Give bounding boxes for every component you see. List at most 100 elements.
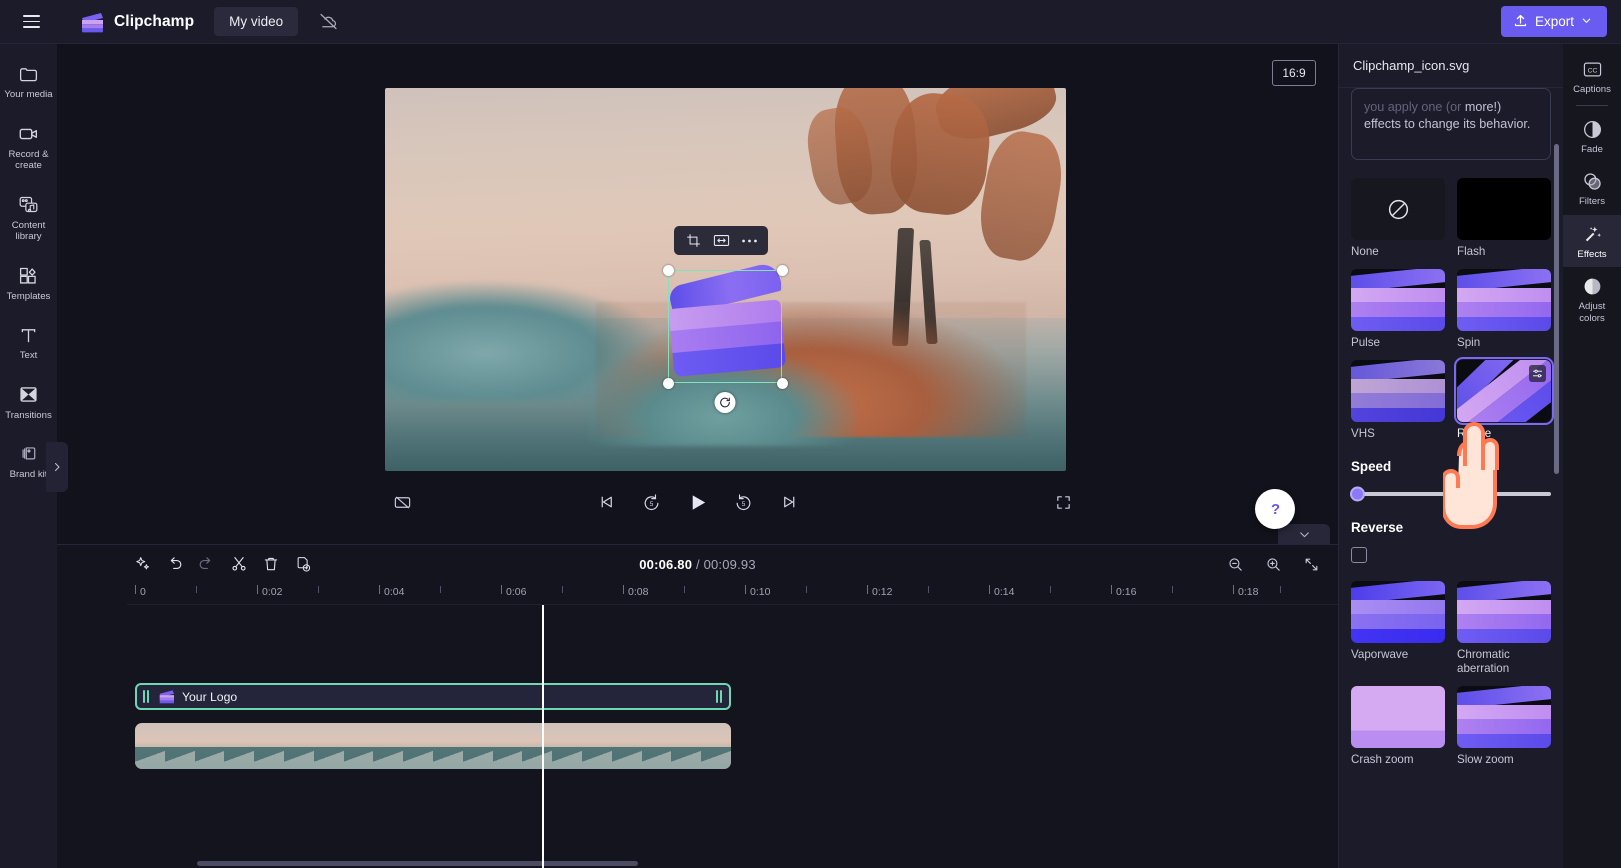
sidebar-item-label: Your media [4, 89, 53, 100]
fade-icon [1582, 119, 1603, 140]
svg-text:?: ? [1270, 501, 1279, 517]
tip-text-faded: you apply one (or [1364, 100, 1462, 114]
export-label: Export [1534, 14, 1574, 29]
sidebar-item-your-media[interactable]: Your media [0, 56, 57, 107]
duplicate-icon[interactable] [287, 549, 318, 580]
effect-chromatic-aberration[interactable]: Chromatic aberration [1457, 581, 1551, 676]
slider-knob[interactable] [1350, 486, 1365, 502]
sidebar-item-label: Record & create [8, 148, 49, 172]
effect-vhs[interactable]: VHS [1351, 360, 1445, 441]
properties-panel: Clipchamp_icon.svg you apply one (or mor… [1338, 44, 1563, 868]
fullscreen-icon[interactable] [1048, 487, 1078, 517]
effect-none[interactable]: None [1351, 178, 1445, 259]
fit-timeline-icon[interactable] [1298, 551, 1324, 577]
effect-spin[interactable]: Spin [1457, 269, 1551, 350]
collapse-panel-button[interactable] [1278, 524, 1330, 544]
transitions-icon [18, 384, 40, 406]
player-controls-bar: 5 5 [57, 482, 1338, 522]
rotate-handle[interactable] [714, 392, 736, 413]
skip-next-icon[interactable] [775, 487, 805, 517]
timeline-ruler[interactable]: 0 0:02 0:04 0:06 0:08 0:10 0:12 0:14 0:1… [127, 583, 1338, 605]
adjust-colors-icon [1582, 276, 1603, 297]
hamburger-menu-icon[interactable] [14, 5, 48, 39]
effect-flash[interactable]: Flash [1457, 178, 1551, 259]
effect-slow-zoom[interactable]: Slow zoom [1457, 686, 1551, 767]
tab-filters[interactable]: Filters [1563, 162, 1621, 215]
panel-scrollbar[interactable] [1554, 144, 1559, 474]
sliders-icon[interactable] [1529, 365, 1546, 382]
transport-controls: 5 5 [591, 487, 805, 517]
no-effect-icon [1388, 199, 1408, 219]
svg-text:CC: CC [1587, 67, 1597, 74]
effect-pulse[interactable]: Pulse [1351, 269, 1445, 350]
effect-rotate[interactable]: Rotate [1454, 357, 1554, 441]
sidebar-item-content-library[interactable]: Content library [0, 187, 57, 249]
resize-handle-bottom-right[interactable] [776, 377, 788, 389]
reverse-checkbox[interactable] [1351, 547, 1367, 563]
tab-adjust-colors[interactable]: Adjust colors [1563, 267, 1621, 331]
selected-file-name: Clipchamp_icon.svg [1353, 58, 1470, 73]
zoom-out-icon[interactable] [1222, 551, 1248, 577]
table-row[interactable]: Your Logo [135, 683, 731, 710]
crop-icon[interactable] [680, 229, 706, 252]
export-button[interactable]: Export [1500, 6, 1607, 37]
playhead[interactable] [542, 605, 544, 868]
reverse-label: Reverse [1351, 520, 1404, 535]
sidebar-item-label: Transitions [5, 409, 52, 421]
trash-icon[interactable] [255, 549, 286, 580]
clip-trim-handle-right[interactable] [716, 690, 724, 703]
timeline-scrollbar[interactable] [197, 861, 638, 866]
scissors-icon[interactable] [223, 549, 254, 580]
tab-fade[interactable]: Fade [1563, 110, 1621, 163]
timeline-zoom-controls [1222, 551, 1324, 577]
slider-track[interactable] [1350, 486, 1551, 502]
project-title[interactable]: My video [214, 7, 299, 36]
divider [1576, 104, 1608, 106]
tab-label: Effects [1577, 248, 1607, 260]
left-sidebar: Your media Record & create Content libra… [0, 44, 68, 868]
effect-vaporwave[interactable]: Vaporwave [1351, 581, 1445, 676]
redo-button[interactable] [191, 549, 222, 580]
table-row[interactable] [135, 723, 731, 769]
resize-handle-top-left[interactable] [662, 264, 674, 276]
sidebar-item-templates[interactable]: Templates [0, 258, 57, 309]
preview-stage: 16:9 5 5 ? [57, 44, 1338, 544]
sidebar-expand-button[interactable] [46, 442, 68, 492]
aspect-ratio-button[interactable]: 16:9 [1272, 60, 1316, 86]
effect-label: Spin [1457, 336, 1481, 349]
sidebar-item-text[interactable]: Text [0, 317, 57, 368]
skip-previous-icon[interactable] [591, 487, 621, 517]
help-button[interactable]: ? [1255, 489, 1295, 529]
tab-captions[interactable]: CC Captions [1563, 50, 1621, 103]
speed-slider[interactable] [1350, 486, 1551, 502]
resize-handle-bottom-left[interactable] [662, 377, 674, 389]
effect-crash-zoom[interactable]: Crash zoom [1351, 686, 1445, 767]
effect-label: VHS [1351, 427, 1375, 440]
sparkle-icon[interactable] [127, 549, 158, 580]
sidebar-item-label: Text [19, 350, 38, 361]
sidebar-item-record-create[interactable]: Record & create [0, 116, 57, 178]
tab-label: Filters [1578, 196, 1606, 207]
clip-trim-handle-left[interactable] [143, 690, 151, 703]
undo-button[interactable] [159, 549, 190, 580]
brand-name: Clipchamp [114, 12, 195, 30]
captions-off-icon[interactable] [387, 487, 417, 517]
effects-grid: None Flash Pulse Spin VHS Rotate [1351, 178, 1554, 441]
resize-handle-top-right[interactable] [776, 264, 788, 276]
brand-kit-icon [18, 443, 40, 465]
templates-grid-icon [18, 265, 40, 287]
filters-icon [1582, 171, 1603, 192]
zoom-in-icon[interactable] [1260, 551, 1286, 577]
ellipsis-icon[interactable] [736, 229, 762, 252]
cloud-off-icon[interactable] [314, 8, 342, 36]
video-camera-icon [18, 123, 40, 145]
fit-horizontal-icon[interactable] [708, 229, 734, 252]
rewind-5-icon[interactable]: 5 [637, 487, 667, 517]
timeline-toolbar: 00:06.80 / 00:09.93 [57, 545, 1338, 583]
sidebar-item-transitions[interactable]: Transitions [0, 377, 57, 428]
selected-object[interactable] [662, 261, 788, 413]
play-icon[interactable] [683, 487, 713, 517]
effect-label: Pulse [1351, 336, 1381, 349]
forward-5-icon[interactable]: 5 [729, 487, 759, 517]
tab-effects[interactable]: Effects [1563, 214, 1621, 267]
